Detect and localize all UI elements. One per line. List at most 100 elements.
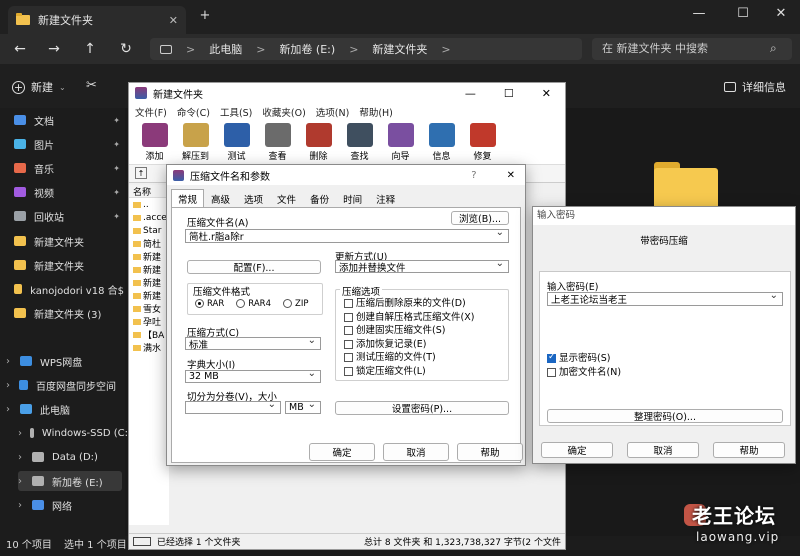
winrar-menu-item[interactable]: 命令(C) <box>177 105 210 119</box>
breadcrumb-folder[interactable]: 新建文件夹 <box>372 41 427 57</box>
winrar-list-row[interactable]: 简杜 <box>129 237 169 250</box>
archive-tab[interactable]: 文件 <box>270 189 303 209</box>
set-password-button[interactable]: 设置密码(P)... <box>335 401 509 415</box>
password-input[interactable]: 上老王论坛当老王 <box>547 292 783 306</box>
winrar-tool-button[interactable]: 查找 <box>340 121 379 164</box>
chevron-right-icon[interactable]: › <box>18 500 24 511</box>
sidebar-item[interactable]: › WPS网盘 <box>6 351 116 371</box>
search-input[interactable]: 在 新建文件夹 中搜索 <box>592 38 792 60</box>
winrar-tool-button[interactable]: 测试 <box>217 121 256 164</box>
chevron-right-icon[interactable]: › <box>18 428 22 439</box>
sidebar-item[interactable]: › Data (D:) <box>18 447 128 467</box>
winrar-list-row[interactable]: 新建 <box>129 276 169 289</box>
winrar-menu-item[interactable]: 工具(S) <box>220 105 252 119</box>
chevron-right-icon[interactable]: › <box>6 404 12 415</box>
address-bar[interactable]: > 此电脑 > 新加卷 (E:) > 新建文件夹 > <box>150 38 582 60</box>
winrar-list-row[interactable]: 新建 <box>129 263 169 276</box>
new-tab-button[interactable]: + <box>190 8 220 23</box>
archive-tab[interactable]: 时间 <box>336 189 369 209</box>
ok-button[interactable]: 确定 <box>309 443 375 461</box>
profiles-button[interactable]: 配置(F)... <box>187 260 321 274</box>
encrypt-filenames-checkbox[interactable]: 加密文件名(N) <box>547 364 621 378</box>
archive-tab[interactable]: 备份 <box>303 189 336 209</box>
archive-option-checkbox[interactable]: 压缩后删除原来的文件(D) <box>344 298 466 310</box>
archive-tab[interactable]: 选项 <box>237 189 270 209</box>
archive-option-checkbox[interactable]: 添加恢复记录(E) <box>344 339 426 351</box>
sidebar-item[interactable]: 音乐 ✦ <box>14 158 124 178</box>
column-header-name[interactable]: 名称 <box>129 185 169 198</box>
winrar-list-row[interactable]: 孕吐 <box>129 315 169 328</box>
winrar-list-row[interactable]: 【BA <box>129 328 169 341</box>
chevron-right-icon[interactable]: › <box>18 476 24 487</box>
browse-button[interactable]: 浏览(B)... <box>451 211 509 225</box>
folder-thumbnail-icon[interactable] <box>654 162 718 210</box>
chevron-right-icon[interactable]: › <box>6 380 11 391</box>
sidebar-item[interactable]: 视频 ✦ <box>14 182 124 202</box>
up-arrow-icon[interactable]: ↑ <box>78 38 102 60</box>
password-help-button[interactable]: 帮助 <box>713 442 785 458</box>
up-folder-icon[interactable]: ↑ <box>135 167 147 179</box>
cut-icon[interactable]: ✂ <box>86 78 97 93</box>
winrar-tool-button[interactable]: 解压到 <box>176 121 215 164</box>
winrar-maximize-button[interactable]: ☐ <box>504 87 514 100</box>
organize-passwords-button[interactable]: 整理密码(O)... <box>547 409 783 423</box>
chevron-right-icon[interactable]: › <box>18 452 24 463</box>
sidebar-item[interactable]: › 此电脑 <box>6 399 116 419</box>
format-radio[interactable]: RAR4 <box>236 299 271 309</box>
sidebar-item[interactable]: 新建文件夹 <box>14 231 124 251</box>
archive-tab[interactable]: 高级 <box>204 189 237 209</box>
winrar-menu-item[interactable]: 文件(F) <box>135 105 167 119</box>
format-radio[interactable]: RAR <box>195 299 224 309</box>
explorer-tab[interactable]: 新建文件夹 ✕ <box>8 6 186 34</box>
split-unit-select[interactable]: MB <box>285 401 321 414</box>
sidebar-item[interactable]: › Windows-SSD (C: <box>18 423 128 443</box>
winrar-tool-button[interactable]: 删除 <box>299 121 338 164</box>
dictionary-size-select[interactable]: 32 MB <box>185 370 321 383</box>
winrar-list-row[interactable]: 新建 <box>129 250 169 263</box>
sidebar-item[interactable]: 图片 ✦ <box>14 134 124 154</box>
winrar-tool-button[interactable]: 信息 <box>422 121 461 164</box>
help-button[interactable]: 帮助 <box>457 443 523 461</box>
archive-option-checkbox[interactable]: 创建自解压格式压缩文件(X) <box>344 312 474 324</box>
winrar-menu-item[interactable]: 收藏夹(O) <box>262 105 305 119</box>
cancel-button[interactable]: 取消 <box>383 443 449 461</box>
breadcrumb-this-pc[interactable]: 此电脑 <box>209 41 242 57</box>
back-arrow-icon[interactable]: ← <box>8 38 32 60</box>
winrar-list-row[interactable]: 满水 <box>129 341 169 354</box>
winrar-list-row[interactable]: 雪女 <box>129 302 169 315</box>
sidebar-item[interactable]: 回收站 ✦ <box>14 206 124 226</box>
winrar-close-button[interactable]: ✕ <box>542 87 551 100</box>
winrar-menu-item[interactable]: 选项(N) <box>316 105 350 119</box>
details-button[interactable]: 详细信息 <box>724 79 786 95</box>
password-cancel-button[interactable]: 取消 <box>627 442 699 458</box>
sidebar-item[interactable]: 文档 ✦ <box>14 110 124 130</box>
sidebar-item[interactable]: kanojodori v18 合$ <box>14 279 124 299</box>
maximize-button[interactable]: ☐ <box>728 6 758 21</box>
help-mark-button[interactable]: ? <box>471 170 476 181</box>
minimize-button[interactable]: — <box>684 6 714 21</box>
winrar-list-row[interactable]: 新建 <box>129 289 169 302</box>
archive-name-input[interactable]: 简杜.r脂a除r <box>185 229 509 243</box>
tab-close-icon[interactable]: ✕ <box>169 14 178 27</box>
breadcrumb-drive-e[interactable]: 新加卷 (E:) <box>279 41 335 57</box>
sidebar-item[interactable]: › 网络 <box>18 495 128 515</box>
winrar-menu-item[interactable]: 帮助(H) <box>359 105 393 119</box>
winrar-list-row[interactable]: Star <box>129 224 169 237</box>
update-mode-select[interactable]: 添加并替换文件 <box>335 260 509 273</box>
winrar-tool-button[interactable]: 添加 <box>135 121 174 164</box>
sidebar-item[interactable]: 新建文件夹 (3) <box>14 303 124 323</box>
forward-arrow-icon[interactable]: → <box>42 38 66 60</box>
winrar-minimize-button[interactable]: — <box>465 87 476 100</box>
split-size-input[interactable] <box>185 401 281 414</box>
new-button[interactable]: + 新建 ⌄ <box>12 79 66 95</box>
archive-dialog-close-button[interactable]: ✕ <box>507 170 515 181</box>
refresh-icon[interactable]: ↻ <box>114 38 138 60</box>
format-radio[interactable]: ZIP <box>283 299 308 309</box>
winrar-tool-button[interactable]: 修复 <box>463 121 502 164</box>
sidebar-item[interactable]: › 百度网盘同步空间 <box>6 375 116 395</box>
winrar-list-row[interactable]: .acce <box>129 211 169 224</box>
archive-option-checkbox[interactable]: 创建固实压缩文件(S) <box>344 325 445 337</box>
chevron-right-icon[interactable]: › <box>6 356 12 367</box>
archive-tab[interactable]: 注释 <box>369 189 402 209</box>
archive-tab[interactable]: 常规 <box>171 189 205 209</box>
